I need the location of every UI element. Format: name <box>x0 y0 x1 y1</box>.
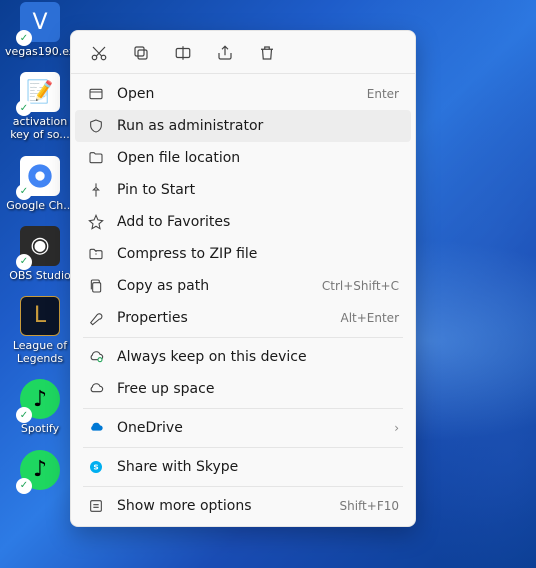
desktop-icon-label: OBS Studio <box>9 269 71 282</box>
menu-item-share-skype[interactable]: S Share with Skype <box>71 451 415 483</box>
sync-check-icon: ✓ <box>16 100 32 116</box>
context-menu-action-bar <box>71 31 415 74</box>
menu-separator <box>83 447 403 448</box>
menu-item-open-file-location[interactable]: Open file location <box>71 142 415 174</box>
obs-icon: ◉ <box>30 233 49 258</box>
menu-item-free-up-space[interactable]: Free up space <box>71 373 415 405</box>
menu-item-run-as-administrator[interactable]: Run as administrator <box>75 110 411 142</box>
more-icon <box>87 497 105 515</box>
menu-item-shortcut: Enter <box>367 87 399 101</box>
rename-icon[interactable] <box>173 43 193 63</box>
menu-item-compress-zip[interactable]: Compress to ZIP file <box>71 238 415 270</box>
menu-item-shortcut: Shift+F10 <box>339 499 399 513</box>
desktop-icon-spotify-2[interactable]: ♪ ✓ <box>4 450 76 490</box>
desktop-icon-obs[interactable]: ◉ ✓ OBS Studio <box>4 226 76 282</box>
menu-item-label: OneDrive <box>117 420 386 436</box>
desktop-icon-label: Google Ch... <box>6 199 73 212</box>
file-icon: 📝 <box>26 80 53 105</box>
cloud-icon <box>87 380 105 398</box>
sync-check-icon: ✓ <box>16 30 32 46</box>
menu-item-label: Free up space <box>117 381 399 397</box>
menu-separator <box>83 337 403 338</box>
zip-icon <box>87 245 105 263</box>
menu-item-open[interactable]: Open Enter <box>71 78 415 110</box>
league-icon: L <box>34 303 46 328</box>
menu-item-always-keep[interactable]: Always keep on this device <box>71 341 415 373</box>
menu-item-show-more-options[interactable]: Show more options Shift+F10 <box>71 490 415 522</box>
copy-icon[interactable] <box>131 43 151 63</box>
menu-item-label: Properties <box>117 310 340 326</box>
menu-item-label: Copy as path <box>117 278 322 294</box>
desktop-icon-chrome[interactable]: ✓ Google Ch... <box>4 156 76 212</box>
sync-check-icon: ✓ <box>16 407 32 423</box>
desktop-icon-label: activation key of so... <box>5 115 75 141</box>
delete-icon[interactable] <box>257 43 277 63</box>
spotify-icon: ♪ <box>33 387 47 412</box>
desktop-icon-vegas[interactable]: V ✓ vegas190.exe <box>4 2 76 58</box>
star-icon <box>87 213 105 231</box>
spotify-icon: ♪ <box>33 457 47 482</box>
context-menu-body: Open Enter Run as administrator Open fil… <box>71 74 415 526</box>
menu-item-add-to-favorites[interactable]: Add to Favorites <box>71 206 415 238</box>
chrome-icon <box>26 162 54 190</box>
menu-item-label: Open file location <box>117 150 399 166</box>
desktop-icon-label: Spotify <box>21 422 59 435</box>
onedrive-icon <box>87 419 105 437</box>
menu-item-label: Open <box>117 86 367 102</box>
sync-check-icon: ✓ <box>16 478 32 494</box>
svg-text:S: S <box>93 463 98 472</box>
desktop-icon-activation-key[interactable]: 📝 ✓ activation key of so... <box>4 72 76 141</box>
folder-icon <box>87 149 105 167</box>
desktop-icon-league[interactable]: L League of Legends <box>4 296 76 365</box>
menu-separator <box>83 408 403 409</box>
menu-item-label: Show more options <box>117 498 339 514</box>
menu-item-label: Always keep on this device <box>117 349 399 365</box>
copy-path-icon <box>87 277 105 295</box>
menu-item-label: Add to Favorites <box>117 214 399 230</box>
chevron-right-icon: › <box>394 421 399 435</box>
desktop-icon-label: League of Legends <box>5 339 75 365</box>
app-icon: V <box>32 10 47 35</box>
menu-item-label: Compress to ZIP file <box>117 246 399 262</box>
menu-item-copy-as-path[interactable]: Copy as path Ctrl+Shift+C <box>71 270 415 302</box>
sync-check-icon: ✓ <box>16 254 32 270</box>
menu-item-label: Share with Skype <box>117 459 399 475</box>
context-menu: Open Enter Run as administrator Open fil… <box>70 30 416 527</box>
cloud-check-icon <box>87 348 105 366</box>
menu-item-onedrive[interactable]: OneDrive › <box>71 412 415 444</box>
cut-icon[interactable] <box>89 43 109 63</box>
menu-item-shortcut: Alt+Enter <box>340 311 399 325</box>
pin-icon <box>87 181 105 199</box>
sync-check-icon: ✓ <box>16 184 32 200</box>
desktop-icons-column: V ✓ vegas190.exe 📝 ✓ activation key of s… <box>0 0 80 492</box>
wrench-icon <box>87 309 105 327</box>
desktop-icon-spotify[interactable]: ♪ ✓ Spotify <box>4 379 76 435</box>
menu-item-label: Pin to Start <box>117 182 399 198</box>
open-icon <box>87 85 105 103</box>
skype-icon: S <box>87 458 105 476</box>
shield-icon <box>87 117 105 135</box>
menu-item-label: Run as administrator <box>117 118 399 134</box>
menu-item-pin-to-start[interactable]: Pin to Start <box>71 174 415 206</box>
desktop-icon-label: vegas190.exe <box>5 45 75 58</box>
menu-separator <box>83 486 403 487</box>
share-icon[interactable] <box>215 43 235 63</box>
menu-item-shortcut: Ctrl+Shift+C <box>322 279 399 293</box>
menu-item-properties[interactable]: Properties Alt+Enter <box>71 302 415 334</box>
